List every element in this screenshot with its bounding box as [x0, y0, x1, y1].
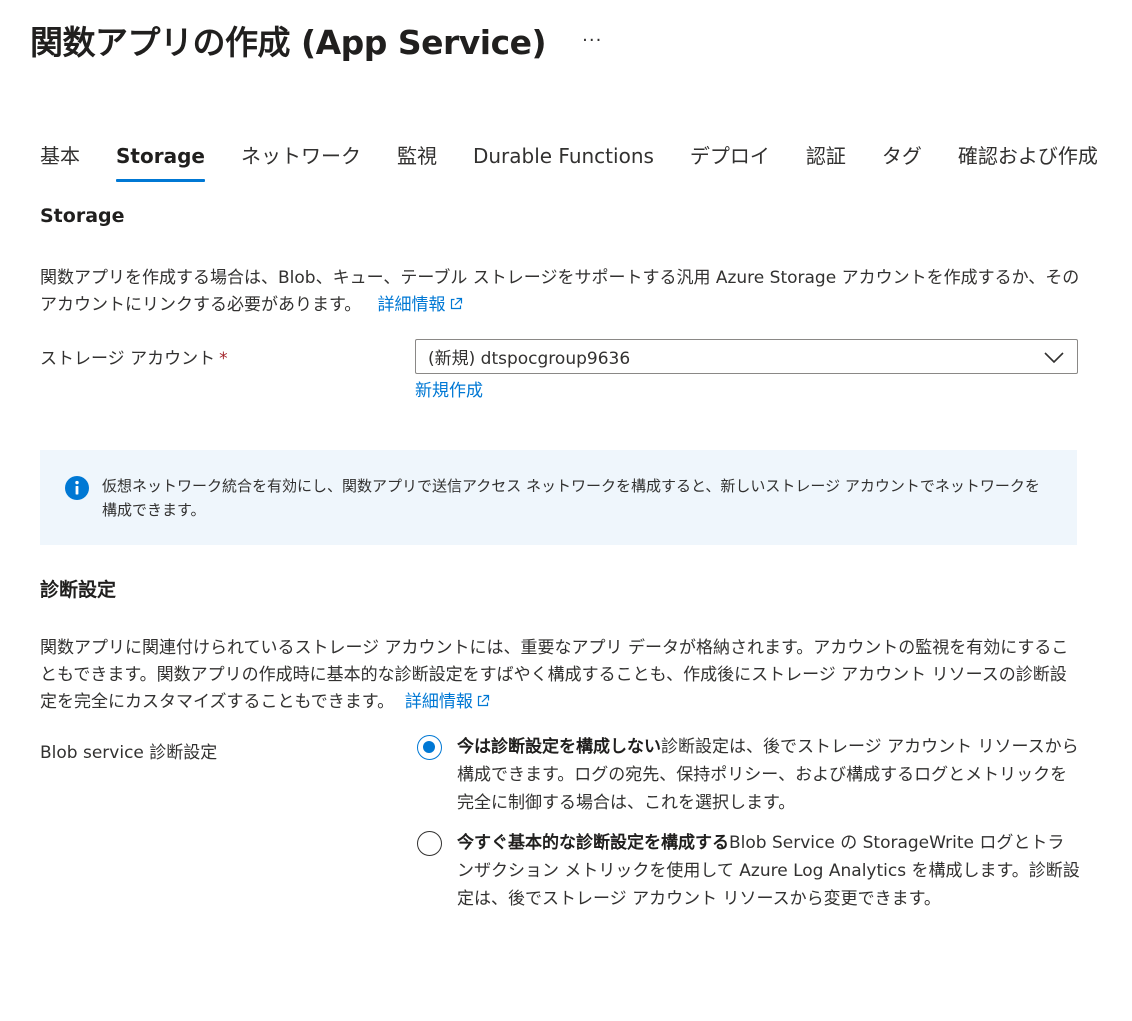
storage-learn-more-link[interactable]: 詳細情報 [378, 295, 463, 315]
diagnostics-description: 関数アプリに関連付けられているストレージ アカウントには、重要なアプリ データが… [40, 635, 1080, 716]
storage-account-value: (新規) dtspocgroup9636 [428, 349, 631, 369]
tab-durable-functions[interactable]: Durable Functions [473, 138, 654, 182]
blob-diagnostics-label: Blob service 診断設定 [40, 743, 218, 763]
storage-description: 関数アプリを作成する場合は、Blob、キュー、テーブル ストレージをサポートする… [40, 265, 1080, 319]
storage-section-heading: Storage [40, 205, 125, 227]
radio-option-configure-now[interactable]: 今すぐ基本的な診断設定を構成するBlob Service の StorageWr… [415, 829, 1080, 913]
diagnostics-section-heading: 診断設定 [40, 579, 117, 601]
storage-account-label: ストレージ アカウント * [40, 344, 228, 369]
tab-bar: 基本 Storage ネットワーク 監視 Durable Functions デ… [40, 138, 1132, 182]
blob-diagnostics-radio-group: 今は診断設定を構成しない診断設定は、後でストレージ アカウント リソースから構成… [415, 733, 1080, 913]
tab-deployment[interactable]: デプロイ [690, 138, 770, 182]
radio-option-title: 今すぐ基本的な診断設定を構成する [457, 833, 729, 853]
tab-review-create[interactable]: 確認および作成 [958, 138, 1098, 182]
radio-button-unselected[interactable] [417, 831, 442, 856]
tab-monitoring[interactable]: 監視 [397, 138, 437, 182]
radio-dot [423, 741, 435, 753]
diagnostics-learn-more-link[interactable]: 詳細情報 [405, 692, 490, 712]
storage-account-label-text: ストレージ アカウント [40, 349, 216, 369]
info-message-bar: 仮想ネットワーク統合を有効にし、関数アプリで送信アクセス ネットワークを構成する… [40, 450, 1077, 545]
info-icon [65, 476, 89, 500]
tab-authentication[interactable]: 認証 [806, 138, 846, 182]
storage-account-dropdown[interactable]: (新規) dtspocgroup9636 [415, 339, 1078, 374]
radio-option-configure-later[interactable]: 今は診断設定を構成しない診断設定は、後でストレージ アカウント リソースから構成… [415, 733, 1080, 817]
create-new-storage-link[interactable]: 新規作成 [415, 376, 483, 401]
chevron-down-icon [1044, 351, 1064, 363]
page-header: 関数アプリの作成 (App Service) ··· [30, 18, 602, 62]
diagnostics-description-text: 関数アプリに関連付けられているストレージ アカウントには、重要なアプリ データが… [40, 638, 1069, 712]
tab-tags[interactable]: タグ [882, 138, 922, 182]
external-link-icon [450, 297, 462, 310]
more-options-button[interactable]: ··· [582, 30, 602, 51]
required-indicator: * [219, 349, 228, 369]
tab-basics[interactable]: 基本 [40, 138, 80, 182]
tab-storage[interactable]: Storage [116, 138, 205, 182]
radio-option-title: 今は診断設定を構成しない [457, 737, 661, 757]
info-message-text: 仮想ネットワーク統合を有効にし、関数アプリで送信アクセス ネットワークを構成する… [102, 477, 1040, 519]
tab-networking[interactable]: ネットワーク [241, 138, 361, 182]
radio-button-selected[interactable] [417, 735, 442, 760]
page-title: 関数アプリの作成 (App Service) [30, 23, 547, 62]
storage-learn-more-label: 詳細情報 [377, 295, 446, 315]
external-link-icon [477, 694, 490, 707]
diagnostics-learn-more-label: 詳細情報 [404, 692, 473, 712]
storage-description-text: 関数アプリを作成する場合は、Blob、キュー、テーブル ストレージをサポートする… [40, 268, 1080, 315]
